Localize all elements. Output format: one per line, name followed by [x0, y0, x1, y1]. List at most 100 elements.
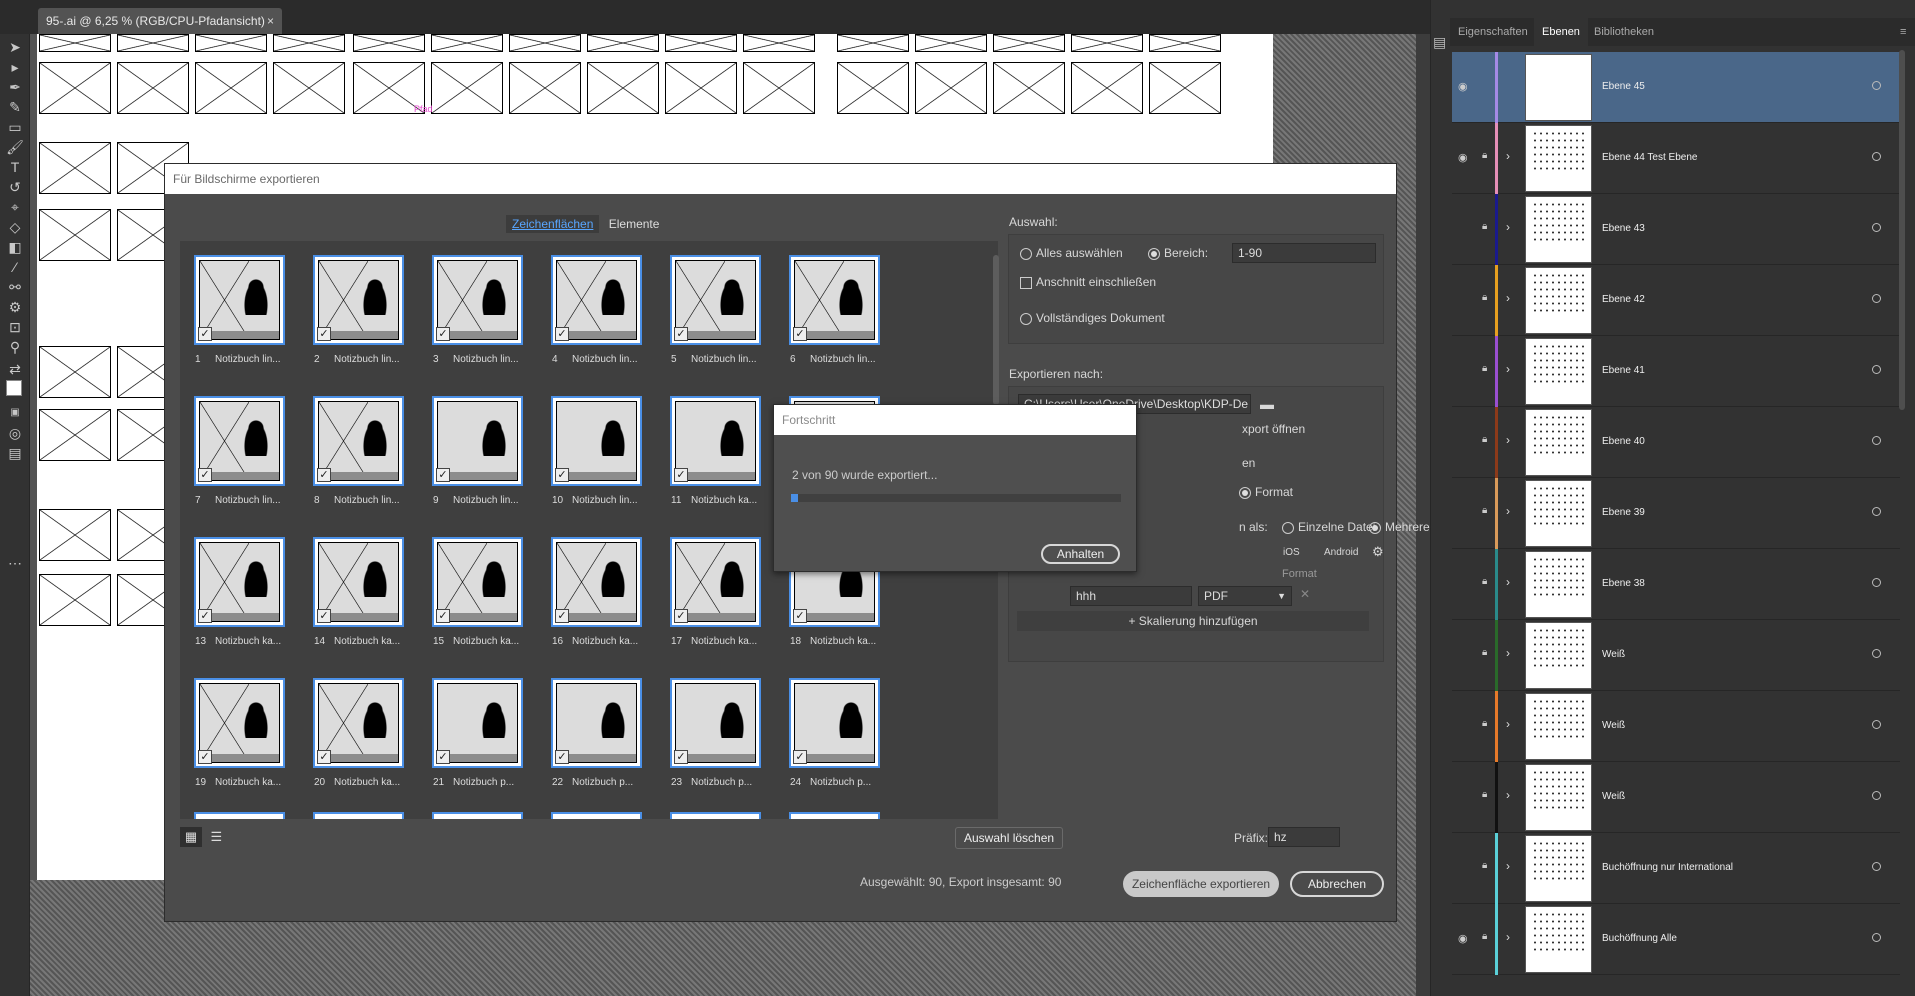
thumbnail-image[interactable]: ✓: [432, 396, 523, 486]
layers-scrollbar[interactable]: [1897, 50, 1907, 990]
more-tools-icon[interactable]: ⋯: [6, 554, 24, 572]
chevron-right-icon[interactable]: ›: [1506, 362, 1510, 376]
chevron-right-icon[interactable]: ›: [1506, 291, 1510, 305]
settings-gear-icon[interactable]: ⚙: [1372, 544, 1384, 560]
artboard-thumbnail[interactable]: ✓ 5 Notizbuch lin...: [661, 248, 780, 380]
thumbnail-checkbox[interactable]: ✓: [793, 327, 807, 341]
artboard-thumbnail[interactable]: ✓ 23 Notizbuch p...: [661, 671, 780, 803]
artboard-thumbnail[interactable]: ✓ 13 Notizbuch ka...: [185, 530, 304, 662]
thumbnail-checkbox[interactable]: ✓: [317, 609, 331, 623]
chevron-right-icon[interactable]: ›: [1506, 149, 1510, 163]
thumbnail-image[interactable]: ✓: [432, 678, 523, 768]
zoom-tool-icon[interactable]: ⚲: [6, 338, 24, 356]
chevron-right-icon[interactable]: ›: [1506, 575, 1510, 589]
layer-row[interactable]: ◉ Ebene 45: [1452, 52, 1900, 123]
lock-icon[interactable]: 🔒︎: [1482, 647, 1487, 658]
tab-assets[interactable]: Elemente: [603, 215, 666, 233]
thumbnail-checkbox[interactable]: ✓: [793, 609, 807, 623]
layer-row[interactable]: ◉ 🔒︎ › Buchöffnung Alle: [1452, 904, 1900, 975]
stop-button[interactable]: Anhalten: [1041, 544, 1120, 564]
eyedropper-tool-icon[interactable]: ⁄: [6, 258, 24, 276]
thumbnail-checkbox[interactable]: ✓: [317, 750, 331, 764]
artboard-thumbnail[interactable]: ✓ 16 Notizbuch ka...: [542, 530, 661, 662]
eraser-tool-icon[interactable]: ◇: [6, 218, 24, 236]
lock-icon[interactable]: 🔒︎: [1482, 718, 1487, 729]
lock-icon[interactable]: 🔒︎: [1482, 576, 1487, 587]
android-preset[interactable]: Android: [1324, 547, 1358, 558]
artboard-thumbnail-partial[interactable]: [789, 812, 880, 819]
range-radio[interactable]: [1148, 247, 1160, 260]
grid-view-icon[interactable]: ▦: [180, 827, 202, 847]
artboard-thumbnail[interactable]: ✓ 1 Notizbuch lin...: [185, 248, 304, 380]
visibility-eye-icon[interactable]: ◉: [1458, 151, 1472, 164]
close-tab-icon[interactable]: ×: [267, 8, 274, 34]
document-tab[interactable]: 95-.ai @ 6,25 % (RGB/CPU-Pfadansicht) ×: [38, 8, 282, 34]
target-circle-icon[interactable]: [1872, 649, 1881, 658]
thumbnail-image[interactable]: ✓: [551, 537, 642, 627]
full-document-option[interactable]: Vollständiges Dokument: [1020, 311, 1165, 325]
target-circle-icon[interactable]: [1872, 862, 1881, 871]
thumbnail-checkbox[interactable]: ✓: [198, 750, 212, 764]
thumbnail-checkbox[interactable]: ✓: [555, 750, 569, 764]
thumbnail-checkbox[interactable]: ✓: [555, 327, 569, 341]
paintbrush-tool-icon[interactable]: 🖌: [6, 138, 24, 156]
thumbnail-checkbox[interactable]: ✓: [674, 327, 688, 341]
artboard-thumbnail-partial[interactable]: [194, 812, 285, 819]
width-tool-icon[interactable]: ⌖: [6, 198, 24, 216]
chevron-right-icon[interactable]: ›: [1506, 433, 1510, 447]
target-circle-icon[interactable]: [1872, 436, 1881, 445]
visibility-eye-icon[interactable]: ◉: [1458, 80, 1472, 93]
full-document-radio[interactable]: [1020, 312, 1032, 325]
layer-row[interactable]: 🔒︎ › Weiß: [1452, 620, 1900, 691]
artboard-tool-icon[interactable]: ⊡: [6, 318, 24, 336]
thumbnail-checkbox[interactable]: ✓: [793, 750, 807, 764]
artboard-thumbnail[interactable]: ✓ 6 Notizbuch lin...: [780, 248, 899, 380]
selection-tool-icon[interactable]: ➤: [6, 38, 24, 56]
chevron-right-icon[interactable]: ›: [1506, 930, 1510, 944]
drawing-mode-icon[interactable]: ◎: [6, 424, 24, 442]
artboard-thumbnail[interactable]: ✓ 20 Notizbuch ka...: [304, 671, 423, 803]
ios-preset[interactable]: iOS: [1283, 547, 1300, 558]
chevron-right-icon[interactable]: ›: [1506, 859, 1510, 873]
list-view-icon[interactable]: ☰: [205, 827, 227, 847]
artboard-thumbnail-partial[interactable]: [551, 812, 642, 819]
target-circle-icon[interactable]: [1872, 933, 1881, 942]
lock-icon[interactable]: 🔒︎: [1482, 363, 1487, 374]
artboard-thumbnail[interactable]: ✓ 3 Notizbuch lin...: [423, 248, 542, 380]
thumbnail-checkbox[interactable]: ✓: [436, 750, 450, 764]
target-circle-icon[interactable]: [1872, 152, 1881, 161]
direct-selection-tool-icon[interactable]: ▸: [6, 58, 24, 76]
include-bleed-option[interactable]: Anschnitt einschließen: [1020, 275, 1156, 289]
thumbnail-image[interactable]: ✓: [789, 255, 880, 345]
target-circle-icon[interactable]: [1872, 365, 1881, 374]
layer-row[interactable]: ◉ 🔒︎ › Ebene 44 Test Ebene: [1452, 123, 1900, 194]
lock-icon[interactable]: 🔒︎: [1482, 150, 1487, 161]
tab-layers[interactable]: Ebenen: [1534, 18, 1588, 46]
blend-tool-icon[interactable]: ⚯: [6, 278, 24, 296]
tab-properties[interactable]: Eigenschaften: [1450, 18, 1536, 46]
thumbnail-image[interactable]: ✓: [551, 678, 642, 768]
artboard-thumbnail-partial[interactable]: [670, 812, 761, 819]
tab-libraries[interactable]: Bibliotheken: [1586, 18, 1662, 46]
symbol-sprayer-tool-icon[interactable]: ⚙: [6, 298, 24, 316]
folder-icon[interactable]: ▬: [1260, 396, 1274, 412]
lock-icon[interactable]: 🔒︎: [1482, 221, 1487, 232]
thumbnail-image[interactable]: ✓: [313, 537, 404, 627]
range-option[interactable]: Bereich:: [1148, 246, 1208, 260]
select-all-option[interactable]: Alles auswählen: [1020, 246, 1123, 260]
layer-row[interactable]: 🔒︎ › Buchöffnung nur International: [1452, 833, 1900, 904]
color-mode-icon[interactable]: ▣: [6, 404, 24, 422]
rectangle-tool-icon[interactable]: ▭: [6, 118, 24, 136]
thumbnail-image[interactable]: ✓: [313, 255, 404, 345]
thumbnail-image[interactable]: ✓: [432, 537, 523, 627]
artboard-thumbnail[interactable]: ✓ 21 Notizbuch p...: [423, 671, 542, 803]
cancel-button[interactable]: Abbrechen: [1290, 871, 1384, 897]
single-file-option[interactable]: Einzelne Datei: [1282, 520, 1375, 534]
target-circle-icon[interactable]: [1872, 507, 1881, 516]
rotate-tool-icon[interactable]: ↺: [6, 178, 24, 196]
thumbnail-checkbox[interactable]: ✓: [436, 609, 450, 623]
multiple-files-radio[interactable]: [1369, 521, 1381, 534]
export-artboard-button[interactable]: Zeichenfläche exportieren: [1123, 871, 1279, 897]
layer-row[interactable]: 🔒︎ › Weiß: [1452, 691, 1900, 762]
thumbnail-checkbox[interactable]: ✓: [555, 609, 569, 623]
